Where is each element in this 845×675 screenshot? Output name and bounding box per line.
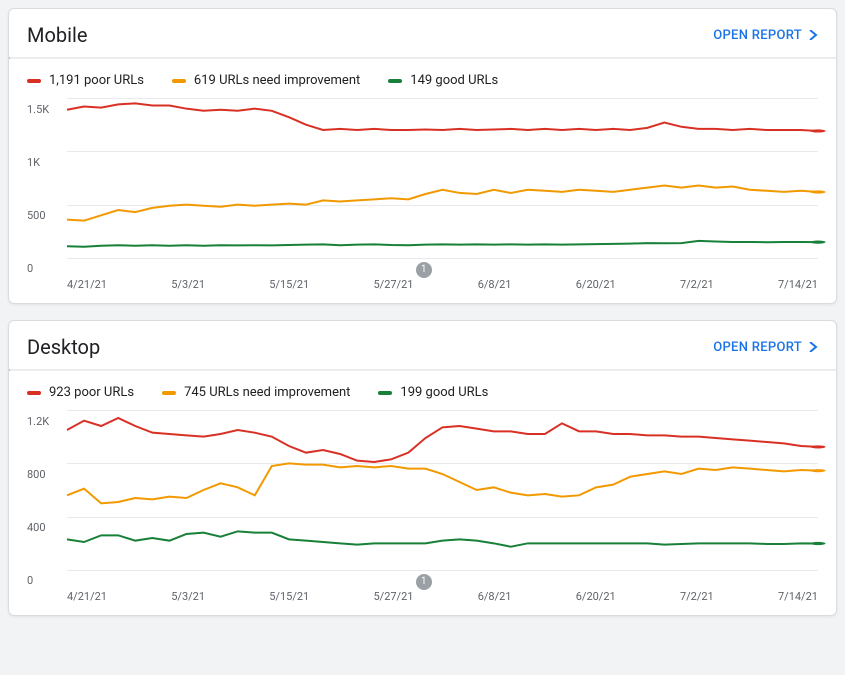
annotation-marker[interactable]: 1 bbox=[416, 574, 432, 590]
x-tick: 6/8/21 bbox=[478, 278, 512, 291]
legend-poor: 923 poor URLs bbox=[27, 385, 134, 400]
y-tick: 1.2K bbox=[27, 416, 67, 428]
x-tick: 5/3/21 bbox=[171, 278, 205, 291]
y-tick: 1.5K bbox=[27, 104, 67, 116]
mobile-x-axis: 4/21/21 5/3/21 5/15/21 5/27/21 6/8/21 6/… bbox=[67, 258, 818, 291]
x-tick: 6/8/21 bbox=[478, 590, 512, 603]
chevron-right-icon bbox=[808, 342, 818, 352]
x-tick: 7/2/21 bbox=[680, 590, 714, 603]
legend-needs-label: 745 URLs need improvement bbox=[184, 385, 350, 400]
x-tick: 7/14/21 bbox=[778, 278, 818, 291]
annotation-marker[interactable]: 1 bbox=[416, 262, 432, 278]
open-report-label: OPEN REPORT bbox=[713, 340, 802, 355]
legend-good-label: 149 good URLs bbox=[410, 73, 498, 88]
desktop-plot-area: 1 bbox=[67, 410, 818, 570]
mobile-card-header: Mobile OPEN REPORT bbox=[9, 9, 836, 57]
legend-needs-label: 619 URLs need improvement bbox=[194, 73, 360, 88]
legend-good: 149 good URLs bbox=[388, 73, 498, 88]
mobile-title: Mobile bbox=[27, 23, 87, 47]
chevron-right-icon bbox=[808, 30, 818, 40]
desktop-title: Desktop bbox=[27, 335, 100, 359]
mobile-chart: 1.5K 1K 500 0 1 4/21/21 5/3/21 5/15/21 5… bbox=[9, 94, 836, 303]
desktop-chart: 1.2K 800 400 0 1 4/21/21 5/3/21 5/15/21 … bbox=[9, 406, 836, 615]
x-tick: 5/27/21 bbox=[373, 590, 413, 603]
y-tick: 400 bbox=[27, 522, 67, 534]
legend-swatch-good bbox=[378, 391, 392, 395]
mobile-legend: 1,191 poor URLs 619 URLs need improvemen… bbox=[9, 59, 836, 94]
desktop-x-axis: 4/21/21 5/3/21 5/15/21 5/27/21 6/8/21 6/… bbox=[67, 570, 818, 603]
legend-swatch-needs bbox=[172, 79, 186, 83]
open-report-mobile-link[interactable]: OPEN REPORT bbox=[713, 28, 818, 43]
mobile-y-axis: 1.5K 1K 500 0 bbox=[27, 98, 67, 269]
x-tick: 6/20/21 bbox=[576, 278, 616, 291]
legend-needs: 745 URLs need improvement bbox=[162, 385, 350, 400]
open-report-label: OPEN REPORT bbox=[713, 28, 802, 43]
desktop-legend: 923 poor URLs 745 URLs need improvement … bbox=[9, 371, 836, 406]
legend-poor-label: 1,191 poor URLs bbox=[49, 73, 144, 88]
desktop-card-header: Desktop OPEN REPORT bbox=[9, 321, 836, 369]
legend-swatch-poor bbox=[27, 79, 41, 83]
desktop-card: Desktop OPEN REPORT 923 poor URLs 745 UR… bbox=[8, 320, 837, 616]
legend-good-label: 199 good URLs bbox=[400, 385, 488, 400]
legend-good: 199 good URLs bbox=[378, 385, 488, 400]
x-tick: 5/27/21 bbox=[373, 278, 413, 291]
legend-needs: 619 URLs need improvement bbox=[172, 73, 360, 88]
x-tick: 5/15/21 bbox=[269, 590, 309, 603]
y-tick: 500 bbox=[27, 210, 67, 222]
mobile-card: Mobile OPEN REPORT 1,191 poor URLs 619 U… bbox=[8, 8, 837, 304]
desktop-y-axis: 1.2K 800 400 0 bbox=[27, 410, 67, 581]
open-report-desktop-link[interactable]: OPEN REPORT bbox=[713, 340, 818, 355]
legend-swatch-needs bbox=[162, 391, 176, 395]
x-tick: 4/21/21 bbox=[67, 278, 107, 291]
x-tick: 5/3/21 bbox=[171, 590, 205, 603]
legend-swatch-good bbox=[388, 79, 402, 83]
x-tick: 7/2/21 bbox=[680, 278, 714, 291]
y-tick: 800 bbox=[27, 469, 67, 481]
x-tick: 6/20/21 bbox=[576, 590, 616, 603]
x-tick: 7/14/21 bbox=[778, 590, 818, 603]
y-tick: 1K bbox=[27, 157, 67, 169]
mobile-plot-area: 1 bbox=[67, 98, 818, 258]
y-tick: 0 bbox=[27, 263, 67, 275]
x-tick: 5/15/21 bbox=[269, 278, 309, 291]
y-tick: 0 bbox=[27, 575, 67, 587]
legend-poor-label: 923 poor URLs bbox=[49, 385, 134, 400]
legend-swatch-poor bbox=[27, 391, 41, 395]
legend-poor: 1,191 poor URLs bbox=[27, 73, 144, 88]
x-tick: 4/21/21 bbox=[67, 590, 107, 603]
